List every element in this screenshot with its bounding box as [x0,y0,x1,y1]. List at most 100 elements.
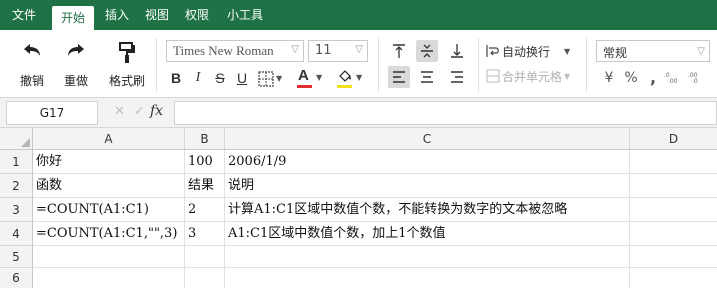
cell-d5[interactable] [630,246,717,268]
cell-b1[interactable]: 100 [185,150,225,174]
align-bottom-button[interactable] [446,40,468,62]
confirm-icon[interactable]: ✓ [134,104,145,119]
border-button[interactable]: ▼ [256,70,286,88]
ribbon-separator [156,38,157,92]
cell-c4[interactable]: A1:C1区域中数值个数，加上1个数值 [225,222,630,246]
cell-b3[interactable]: 2 [185,198,225,222]
wrap-text-button[interactable]: 自动换行 ▼ [486,42,582,62]
underline-button[interactable]: U [232,68,252,88]
currency-icon: ¥ [604,70,614,86]
chevron-down-icon: ▼ [356,73,363,82]
menu-file[interactable]: 文件 [6,0,42,30]
ribbon-separator [478,38,479,92]
cell-c2[interactable]: 说明 [225,174,630,198]
cell-d3[interactable] [630,198,717,222]
bold-button[interactable]: B [166,68,186,88]
align-left-icon [393,71,405,83]
fx-icon[interactable]: fx [150,103,163,119]
cell-a6[interactable] [33,268,185,288]
name-box[interactable]: G17 [6,101,98,125]
cell-c6[interactable] [225,268,630,288]
cell-c1[interactable]: 2006/1/9 [225,150,630,174]
cell-a2[interactable]: 函数 [33,174,185,198]
fill-color-swatch [337,85,352,88]
undo-button[interactable]: 撤销 [14,40,50,92]
chevron-down-icon: ▼ [316,73,323,82]
menu-insert[interactable]: 插入 [100,0,134,30]
cell-b2[interactable]: 结果 [185,174,225,198]
menu-bar: 文件 开始 插入 视图 权限 小工具 [0,0,717,30]
ribbon-separator [586,38,587,92]
row-header-3[interactable]: 3 [0,198,33,222]
cell-d6[interactable] [630,268,717,288]
merge-cells-button[interactable]: 合并单元格 ▼ [486,66,582,86]
cell-a1[interactable]: 你好 [33,150,185,174]
italic-button[interactable]: I [188,68,208,88]
font-color-icon: A [298,67,309,84]
cell-d4[interactable] [630,222,717,246]
column-header-c[interactable]: C [225,128,630,150]
column-header-d[interactable]: D [630,128,717,150]
row-header-5[interactable]: 5 [0,246,33,268]
font-name-value: Times New Roman [173,43,274,58]
cell-d1[interactable] [630,150,717,174]
border-icon [258,71,274,87]
formula-input[interactable] [174,101,717,125]
percent-icon: % [624,70,638,86]
redo-button[interactable]: 重做 [58,40,94,92]
column-header-a[interactable]: A [33,128,185,150]
menu-view[interactable]: 视图 [140,0,174,30]
cell-a3[interactable]: =COUNT(A1:C1) [33,198,185,222]
cell-b5[interactable] [185,246,225,268]
menu-permission[interactable]: 权限 [180,0,214,30]
row-header-6[interactable]: 6 [0,268,33,288]
align-top-icon [393,44,405,58]
row-header-1[interactable]: 1 [0,150,33,174]
percent-button[interactable]: % [622,68,640,88]
font-name-select[interactable]: Times New Roman ▽ [166,40,304,62]
cancel-icon[interactable]: ✕ [114,104,125,119]
font-color-button[interactable]: A ▼ [296,67,326,90]
cell-c5[interactable] [225,246,630,268]
menu-tools[interactable]: 小工具 [222,0,268,30]
chevron-down-icon: ▽ [355,44,363,55]
align-center-button[interactable] [416,66,438,88]
number-format-select[interactable]: 常规 ▽ [596,40,710,62]
chevron-down-icon: ▽ [697,46,705,57]
column-header-b[interactable]: B [185,128,225,150]
cell-d2[interactable] [630,174,717,198]
cell-a5[interactable] [33,246,185,268]
strikethrough-button[interactable]: S [210,68,230,88]
select-all-corner[interactable] [0,128,33,150]
decrease-decimal-button[interactable]: .00 .0 [688,70,706,88]
undo-label: 撤销 [19,74,44,88]
row-header-4[interactable]: 4 [0,222,33,246]
cell-c3[interactable]: 计算A1:C1区域中数值个数，不能转换为数字的文本被忽略 [225,198,630,222]
chevron-down-icon: ▼ [564,72,571,81]
paint-bucket-icon [339,70,351,82]
fill-color-button[interactable]: ▼ [336,68,366,90]
thousands-button[interactable]: , [644,68,662,88]
align-center-icon [421,71,433,83]
cell-a4[interactable]: =COUNT(A1:C1,"",3) [33,222,185,246]
ribbon-separator [378,38,379,92]
font-size-select[interactable]: 11 ▽ [308,40,368,62]
row-header-2[interactable]: 2 [0,174,33,198]
align-left-button[interactable] [388,66,410,88]
increase-decimal-button[interactable]: .0 .00 [664,70,682,88]
align-top-button[interactable] [388,40,410,62]
format-painter-button[interactable]: 格式刷 [104,40,150,92]
menu-home[interactable]: 开始 [52,6,94,30]
currency-button[interactable]: ¥ [600,68,618,88]
decrease-decimal-icon: .00 .0 [688,72,698,85]
wrap-text-label: 自动换行 [502,45,551,59]
cell-b4[interactable]: 3 [185,222,225,246]
cell-b6[interactable] [185,268,225,288]
font-color-swatch [297,85,312,88]
redo-icon [68,44,84,56]
increase-decimal-icon: .0 .00 [664,72,678,85]
formula-bar: G17 ✕ ✓ fx [0,98,717,128]
align-middle-button[interactable] [416,40,438,62]
chevron-down-icon: ▼ [564,47,571,56]
align-right-button[interactable] [446,66,468,88]
